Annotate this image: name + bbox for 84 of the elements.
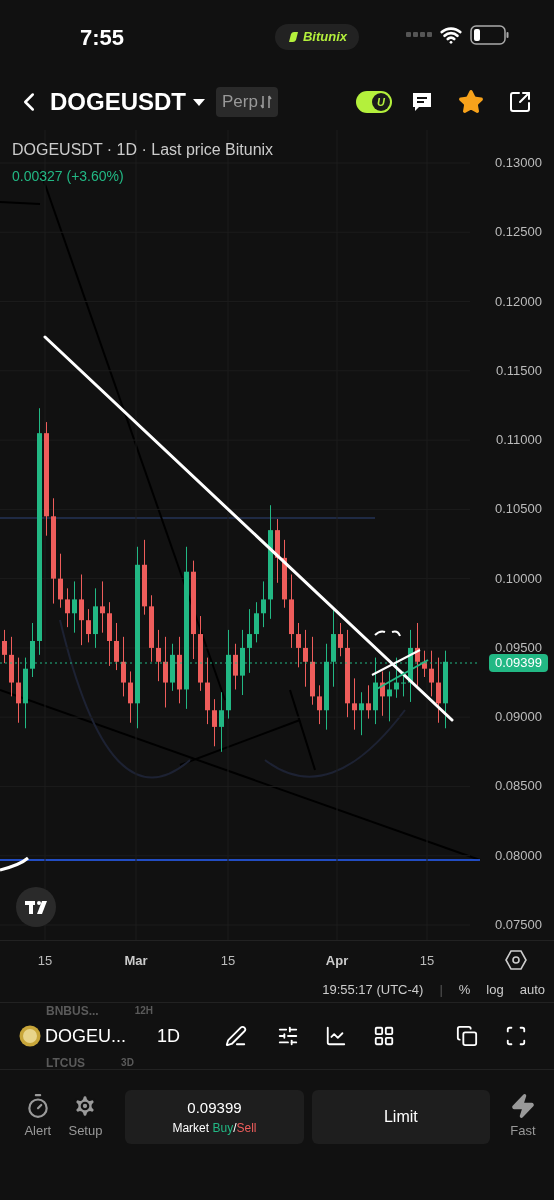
line-chart-icon[interactable] [325, 1025, 347, 1047]
candle [429, 650, 434, 697]
candle [79, 574, 84, 646]
swap-icon [259, 94, 272, 110]
fast-button[interactable]: Fast [510, 1093, 536, 1141]
coin-icon [19, 1025, 41, 1047]
chart-time: 19:55:17 (UTC-4) [322, 981, 424, 1000]
price-tick: 0.11500 [495, 362, 542, 379]
date-tick: 15 [419, 952, 435, 970]
caret-icon[interactable] [192, 97, 206, 107]
pen-icon[interactable] [225, 1025, 247, 1047]
separator: | [439, 981, 443, 1000]
candle [401, 671, 406, 697]
signal-icon [406, 32, 432, 38]
limit-button[interactable]: Limit [311, 1090, 490, 1144]
price-tick: 0.11000 [495, 432, 542, 449]
symbol-title[interactable]: DOGEUSDT [50, 84, 186, 120]
fullscreen-icon[interactable] [505, 1025, 527, 1047]
price-tick: 0.09000 [495, 709, 542, 726]
alert-button[interactable]: Alert [18, 1093, 58, 1141]
candle [380, 671, 385, 716]
app-pill: Bitunix [274, 24, 360, 50]
candle [9, 636, 14, 697]
status-time: 7:55 [80, 23, 126, 52]
candle [205, 657, 210, 725]
price-tick: 0.13000 [495, 155, 542, 171]
price-change: 0.00327 (+3.60%) [12, 167, 125, 186]
candle [212, 699, 217, 747]
logo-icon[interactable] [15, 886, 57, 928]
candle [2, 629, 7, 664]
market-button[interactable]: 0.09399 Market Buy/Sell [125, 1090, 304, 1144]
candle [415, 622, 420, 687]
grid-icon[interactable] [373, 1025, 395, 1047]
candle [93, 588, 98, 648]
ghost-symbol: BNBUS... [46, 1004, 99, 1018]
date-tick: 15 [37, 952, 53, 970]
annotations[interactable] [0, 169, 481, 872]
leaf-icon [286, 31, 299, 43]
wifi-icon [440, 24, 462, 46]
price-tick: 0.10500 [495, 501, 542, 518]
scale-option[interactable]: log [486, 980, 504, 1000]
setup-button[interactable]: Setup [65, 1093, 106, 1141]
price-tick: 0.10000 [495, 570, 542, 587]
candle [338, 622, 343, 657]
candle [219, 692, 224, 752]
price-tick: 0.08500 [495, 778, 542, 795]
price-tick: 0.12000 [495, 293, 542, 310]
price-tick: 0.07500 [495, 917, 542, 933]
price-tick: 0.08000 [495, 847, 542, 864]
date-tick: Mar [124, 952, 148, 970]
candle [275, 519, 280, 583]
candle [394, 657, 399, 698]
copy-icon[interactable] [456, 1025, 478, 1047]
scale-option[interactable]: auto [519, 980, 545, 1000]
candle [100, 581, 105, 633]
ghost-interval: 3D [121, 1056, 134, 1069]
candle [72, 581, 77, 633]
candle [107, 602, 112, 666]
interval-selector[interactable]: 1D [157, 1022, 180, 1050]
candle [387, 671, 392, 722]
price-chart[interactable]: 0.13000 0.12500 0.12000 0.11500 0.11000 0.10500 0.10000 0.09500 0.09000 0.08500 0.08000 0.07500 0.09399 DOGEUSDT · 1D · Last price Bitunix 0.00327 (+3.60%) [0, 130, 554, 940]
settings-icon[interactable] [505, 949, 527, 971]
price-tick: 0.09500 [495, 639, 542, 656]
candle [366, 685, 371, 719]
perp-badge[interactable]: Perp [216, 87, 278, 117]
battery-icon [470, 25, 510, 45]
toolbar-symbol[interactable]: DOGEU... [45, 1022, 135, 1050]
last-price-badge: 0.09399 [489, 654, 548, 672]
price-tick: 0.12500 [495, 224, 542, 241]
chat-icon[interactable] [410, 90, 434, 114]
star-icon[interactable] [458, 89, 484, 115]
ghost-interval: 12H [134, 1004, 154, 1018]
bolt-icon [510, 1093, 536, 1120]
date-tick: 15 [220, 952, 236, 970]
candle [422, 650, 427, 677]
sliders-icon[interactable] [277, 1025, 299, 1047]
ghost-symbol: LTCUS [46, 1056, 86, 1069]
share-icon[interactable] [508, 90, 532, 114]
date-tick: Apr [325, 952, 349, 970]
candle [261, 581, 266, 628]
annotations-overlay[interactable] [43, 335, 454, 722]
chart-legend: DOGEUSDT · 1D · Last price Bitunix [12, 138, 274, 162]
unit-toggle[interactable]: U [356, 91, 392, 113]
scale-option[interactable]: % [458, 980, 471, 1000]
